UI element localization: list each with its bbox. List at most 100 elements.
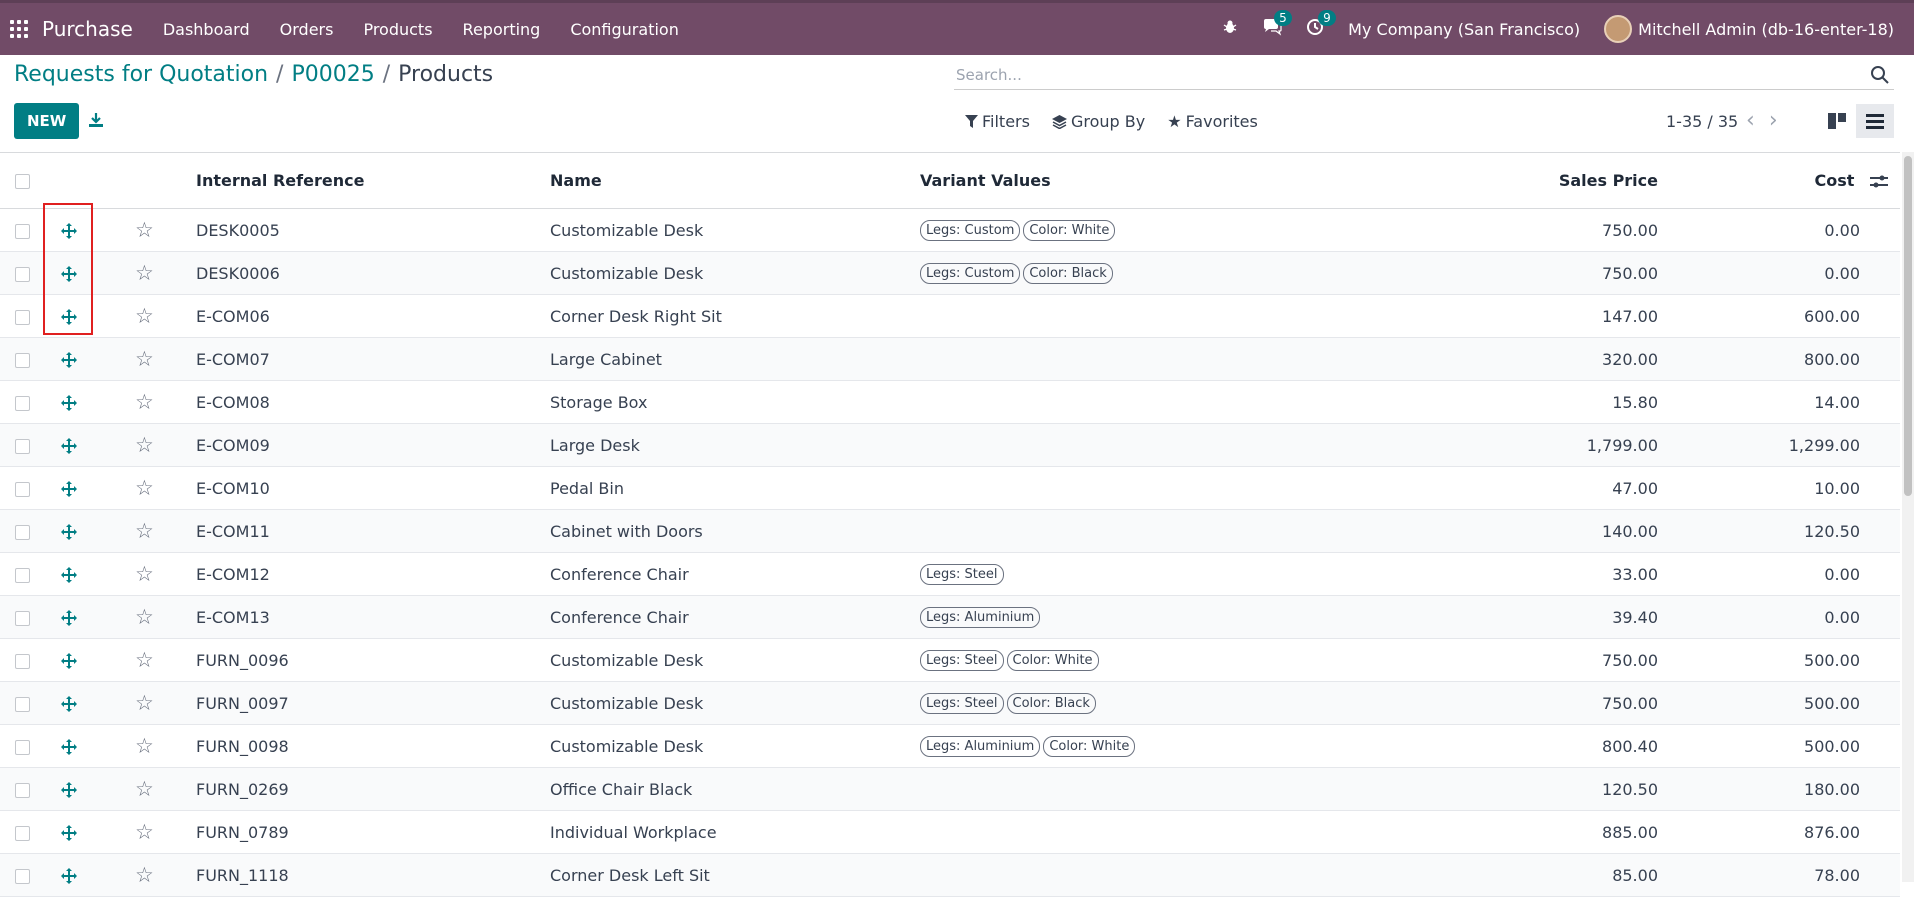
row-checkbox[interactable]	[15, 352, 30, 368]
row-checkbox[interactable]	[15, 610, 30, 626]
star-icon[interactable]: ☆	[135, 863, 154, 887]
download-icon[interactable]	[88, 112, 104, 128]
table-row[interactable]: ☆ DESK0006 Customizable Desk Legs: Custom Co…	[0, 251, 1900, 295]
user-menu[interactable]: Mitchell Admin (db-16-enter-18)	[1638, 20, 1894, 39]
bug-icon[interactable]	[1222, 19, 1238, 40]
menu-configuration[interactable]: Configuration	[570, 20, 679, 39]
drag-handle-icon[interactable]	[61, 653, 77, 669]
scrollbar-thumb[interactable]	[1904, 156, 1912, 496]
row-checkbox[interactable]	[15, 825, 30, 841]
app-name[interactable]: Purchase	[42, 17, 133, 41]
drag-handle-icon[interactable]	[61, 567, 77, 583]
table-row[interactable]: ☆ FURN_0269 Office Chair Black 120.50 180.00	[0, 767, 1900, 811]
favorites-toggle[interactable]: ★ Favorites	[1167, 112, 1258, 131]
activities-clock-icon[interactable]: 9	[1306, 9, 1336, 41]
drag-handle-icon[interactable]	[61, 739, 77, 755]
row-checkbox[interactable]	[15, 266, 30, 282]
table-row[interactable]: ☆ FURN_1118 Corner Desk Left Sit 85.00 78.00	[0, 853, 1900, 897]
table-row[interactable]: ☆ FURN_0096 Customizable Desk Legs: Steel Co…	[0, 639, 1900, 682]
filters-toggle[interactable]: Filters	[965, 112, 1030, 131]
star-icon[interactable]: ☆	[135, 777, 154, 801]
star-icon[interactable]: ☆	[135, 648, 154, 672]
optional-columns-icon[interactable]	[1870, 175, 1888, 189]
chevron-right-icon[interactable]: ›	[1769, 108, 1792, 133]
star-icon[interactable]: ☆	[135, 476, 154, 500]
kanban-view-button[interactable]	[1820, 104, 1854, 138]
row-checkbox[interactable]	[15, 524, 30, 540]
col-name[interactable]: Name	[550, 152, 920, 209]
menu-dashboard[interactable]: Dashboard	[163, 20, 250, 39]
star-icon[interactable]: ☆	[135, 347, 154, 371]
drag-handle-icon[interactable]	[61, 309, 77, 325]
row-checkbox[interactable]	[15, 567, 30, 583]
star-icon[interactable]: ☆	[135, 433, 154, 457]
col-sales-price[interactable]: Sales Price	[1350, 152, 1670, 209]
row-checkbox[interactable]	[15, 739, 30, 755]
row-checkbox[interactable]	[15, 868, 30, 884]
breadcrumb-rfq-link[interactable]: Requests for Quotation	[14, 62, 268, 87]
select-all-checkbox[interactable]	[15, 174, 30, 189]
drag-handle-icon[interactable]	[61, 223, 77, 239]
star-icon[interactable]: ☆	[135, 734, 154, 758]
groupby-toggle[interactable]: Group By	[1051, 112, 1145, 131]
star-icon[interactable]: ☆	[135, 261, 154, 285]
drag-handle-icon[interactable]	[61, 438, 77, 454]
row-checkbox[interactable]	[15, 782, 30, 798]
drag-handle-icon[interactable]	[61, 352, 77, 368]
table-row[interactable]: ☆ E-COM11 Cabinet with Doors 140.00 120.50	[0, 509, 1900, 553]
search-icon[interactable]	[1870, 65, 1890, 85]
company-switcher[interactable]: My Company (San Francisco)	[1348, 20, 1580, 39]
col-cost[interactable]: Cost	[1670, 152, 1900, 209]
row-checkbox[interactable]	[15, 223, 30, 239]
table-row[interactable]: ☆ FURN_0097 Customizable Desk Legs: Steel Co…	[0, 681, 1900, 725]
drag-handle-icon[interactable]	[61, 395, 77, 411]
breadcrumb-po-link[interactable]: P00025	[291, 62, 374, 87]
list-view-button[interactable]	[1856, 104, 1894, 138]
apps-menu-icon[interactable]	[10, 20, 28, 38]
table-row[interactable]: ☆ FURN_0098 Customizable Desk Legs: Alumini…	[0, 725, 1900, 768]
star-icon[interactable]: ☆	[135, 605, 154, 629]
drag-handle-icon[interactable]	[61, 696, 77, 712]
drag-handle-icon[interactable]	[61, 481, 77, 497]
star-icon[interactable]: ☆	[135, 390, 154, 414]
chevron-left-icon[interactable]: ‹	[1746, 108, 1769, 133]
menu-products[interactable]: Products	[363, 20, 432, 39]
star-icon[interactable]: ☆	[135, 304, 154, 328]
star-icon[interactable]: ☆	[135, 218, 154, 242]
star-icon[interactable]: ☆	[135, 519, 154, 543]
col-internal-reference[interactable]: Internal Reference	[196, 152, 550, 209]
drag-handle-icon[interactable]	[61, 524, 77, 540]
drag-handle-icon[interactable]	[61, 782, 77, 798]
table-row[interactable]: ☆ E-COM07 Large Cabinet 320.00 800.00	[0, 337, 1900, 381]
row-checkbox[interactable]	[15, 696, 30, 712]
user-avatar[interactable]	[1604, 15, 1633, 43]
messages-icon[interactable]: 5	[1262, 9, 1292, 41]
pager-value[interactable]: 1-35 / 35	[1666, 112, 1738, 131]
menu-orders[interactable]: Orders	[280, 20, 334, 39]
row-checkbox[interactable]	[15, 395, 30, 411]
drag-handle-icon[interactable]	[61, 868, 77, 884]
search-input[interactable]	[954, 64, 1870, 85]
row-checkbox[interactable]	[15, 309, 30, 325]
table-row[interactable]: ☆ E-COM13 Conference Chair Legs: Aluminium 3…	[0, 595, 1900, 639]
drag-handle-icon[interactable]	[61, 825, 77, 841]
new-button[interactable]: NEW	[14, 103, 80, 139]
table-row[interactable]: ☆ DESK0005 Customizable Desk Legs: Custom Co…	[0, 209, 1900, 252]
table-row[interactable]: ☆ E-COM06 Corner Desk Right Sit 147.00 600.0…	[0, 295, 1900, 338]
table-row[interactable]: ☆ E-COM08 Storage Box 15.80 14.00	[0, 381, 1900, 424]
row-checkbox[interactable]	[15, 438, 30, 454]
drag-handle-icon[interactable]	[61, 610, 77, 626]
row-checkbox[interactable]	[15, 653, 30, 669]
vertical-scrollbar[interactable]	[1902, 152, 1914, 882]
table-row[interactable]: ☆ FURN_0789 Individual Workplace 885.00 876.…	[0, 811, 1900, 854]
star-icon[interactable]: ☆	[135, 691, 154, 715]
menu-reporting[interactable]: Reporting	[463, 20, 541, 39]
table-row[interactable]: ☆ E-COM09 Large Desk 1,799.00 1,299.00	[0, 423, 1900, 467]
drag-handle-icon[interactable]	[61, 266, 77, 282]
star-icon[interactable]: ☆	[135, 562, 154, 586]
star-icon[interactable]: ☆	[135, 820, 154, 844]
col-variant-values[interactable]: Variant Values	[920, 152, 1350, 209]
row-checkbox[interactable]	[15, 481, 30, 497]
table-row[interactable]: ☆ E-COM12 Conference Chair Legs: Steel 33.00…	[0, 553, 1900, 596]
table-row[interactable]: ☆ E-COM10 Pedal Bin 47.00 10.00	[0, 467, 1900, 510]
